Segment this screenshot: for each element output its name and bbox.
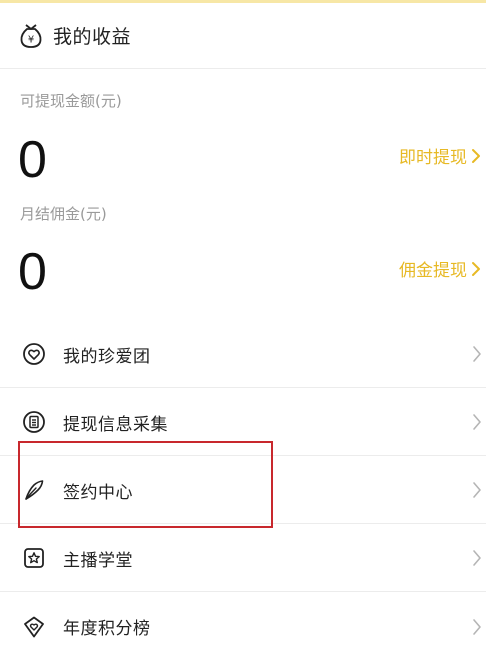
- menu-item-label: 提现信息采集: [63, 414, 168, 435]
- menu-item-annual-points-ranking[interactable]: 年度积分榜: [0, 593, 486, 656]
- money-bag-icon: ¥: [18, 22, 44, 50]
- page-title: 我的收益: [53, 26, 132, 48]
- heart-circle-icon: [21, 341, 47, 367]
- chevron-right-icon: [471, 148, 481, 164]
- menu-item-zhenai-group[interactable]: 我的珍爱团: [0, 321, 486, 388]
- monthly-commission-value: 0: [18, 243, 47, 301]
- withdrawable-value: 0: [18, 131, 47, 189]
- commission-withdraw-label: 佣金提现: [399, 261, 467, 281]
- earnings-page: ¥ 我的收益 可提现金额(元) 0 即时提现 月结佣金(元) 0 佣金提现 我的…: [0, 0, 486, 656]
- feather-icon: [21, 477, 47, 503]
- menu-item-label: 主播学堂: [63, 550, 133, 571]
- chevron-right-icon: [471, 261, 481, 277]
- instant-withdraw-link[interactable]: 即时提现: [399, 143, 481, 168]
- menu-item-signing-center[interactable]: 签约中心: [0, 457, 486, 524]
- menu-item-anchor-academy[interactable]: 主播学堂: [0, 525, 486, 592]
- chevron-right-icon: [472, 618, 482, 636]
- star-badge-icon: [21, 545, 47, 571]
- earnings-header: ¥ 我的收益: [0, 3, 486, 69]
- menu-item-withdraw-info[interactable]: 提现信息采集: [0, 389, 486, 456]
- chevron-right-icon: [472, 549, 482, 567]
- menu-item-label: 年度积分榜: [63, 619, 151, 639]
- chevron-right-icon: [472, 413, 482, 431]
- chevron-right-icon: [472, 481, 482, 499]
- heart-diamond-icon: [21, 614, 47, 640]
- monthly-commission-label: 月结佣金(元): [20, 205, 107, 223]
- menu-item-label: 签约中心: [63, 482, 133, 503]
- instant-withdraw-label: 即时提现: [399, 148, 467, 168]
- chevron-right-icon: [472, 345, 482, 363]
- menu-item-label: 我的珍爱团: [63, 346, 151, 367]
- withdrawable-label: 可提现金额(元): [20, 92, 122, 110]
- document-circle-icon: [21, 409, 47, 435]
- commission-withdraw-link[interactable]: 佣金提现: [399, 256, 481, 281]
- svg-text:¥: ¥: [28, 34, 34, 45]
